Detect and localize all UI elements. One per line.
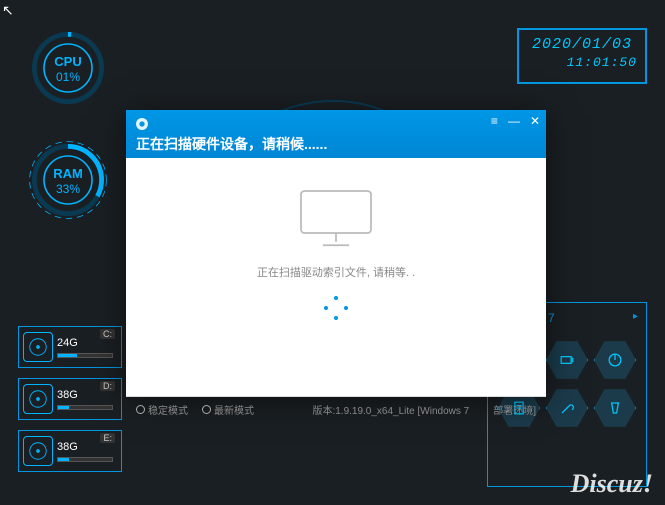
clock-widget: 2020/01/03 11:01:50: [517, 28, 647, 84]
cpu-gauge: CPU 01%: [28, 28, 108, 108]
dialog-body: 正在扫描驱动索引文件, 请稍等. .: [126, 184, 546, 396]
app-logo-icon: [134, 116, 150, 132]
hex-tool-power[interactable]: [594, 339, 636, 381]
dialog-titlebar[interactable]: 正在扫描硬件设备，请稍候...... ≡ — ✕: [126, 110, 546, 158]
clock-time: 11:01:50: [527, 55, 637, 70]
hex-tool-clean[interactable]: [594, 387, 636, 429]
disk-letter: E:: [100, 433, 115, 443]
version-text: 版本:1.9.19.0_x64_Lite [Windows 7: [312, 402, 469, 417]
cpu-value: 01%: [28, 70, 108, 84]
dialog-footer: 稳定模式 最新模式 版本:1.9.19.0_x64_Lite [Windows …: [126, 396, 546, 422]
disk-usage-bar: [57, 405, 113, 410]
monitor-icon: [291, 184, 381, 254]
clock-date: 2020/01/03: [527, 36, 637, 53]
cursor-icon: ↖: [2, 2, 14, 19]
hdd-icon: [23, 436, 53, 466]
loading-spinner-icon: [322, 294, 350, 322]
line-button[interactable]: —: [508, 114, 520, 128]
ram-gauge: RAM 33%: [28, 140, 108, 220]
hdd-icon: [23, 384, 53, 414]
cpu-label: CPU: [28, 54, 108, 69]
mode-latest-radio[interactable]: 最新模式: [202, 402, 254, 417]
disk-item[interactable]: C: 24G: [18, 326, 122, 368]
disk-usage-bar: [57, 353, 113, 358]
disk-list: C: 24G D: 38G E: 38G: [18, 326, 122, 482]
dialog-title: 正在扫描硬件设备，请稍候......: [136, 134, 327, 154]
disk-item[interactable]: E: 38G: [18, 430, 122, 472]
close-button[interactable]: ✕: [530, 114, 540, 128]
scan-dialog: 正在扫描硬件设备，请稍候...... ≡ — ✕ 正在扫描驱动索引文件, 请稍等…: [126, 110, 546, 396]
ram-label: RAM: [28, 166, 108, 181]
watermark: Discuz!: [571, 469, 653, 499]
env-text: 部署环境]: [493, 402, 536, 417]
mode-stable-radio[interactable]: 稳定模式: [136, 402, 188, 417]
ram-value: 33%: [28, 182, 108, 196]
hex-tool-battery[interactable]: [546, 339, 588, 381]
disk-letter: D:: [100, 381, 115, 391]
disk-usage-bar: [57, 457, 113, 462]
hex-tool-wrench[interactable]: [546, 387, 588, 429]
disk-item[interactable]: D: 38G: [18, 378, 122, 420]
minimize-button[interactable]: ≡: [491, 114, 498, 128]
disk-letter: C:: [100, 329, 115, 339]
hdd-icon: [23, 332, 53, 362]
scan-status-text: 正在扫描驱动索引文件, 请稍等. .: [126, 264, 546, 280]
